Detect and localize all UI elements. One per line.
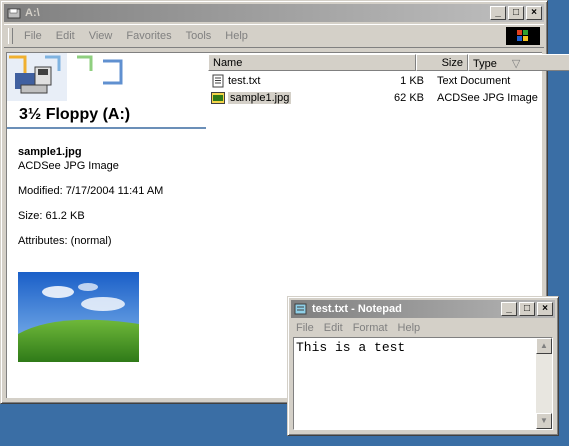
menu-view[interactable]: View — [82, 30, 120, 42]
scroll-down-icon[interactable]: ▼ — [536, 413, 552, 429]
minimize-button[interactable]: _ — [501, 302, 517, 316]
jpg-file-icon — [211, 92, 225, 104]
menu-file[interactable]: File — [291, 322, 319, 334]
file-name: sample1.jpg — [228, 92, 292, 104]
menu-edit[interactable]: Edit — [319, 322, 348, 334]
detail-attributes: Attributes: (normal) — [18, 235, 112, 247]
detail-size: Size: 61.2 KB — [18, 210, 85, 222]
menu-file[interactable]: File — [17, 30, 49, 42]
menu-tools[interactable]: Tools — [179, 30, 219, 42]
drive-icon — [6, 6, 22, 20]
text-file-icon — [212, 74, 224, 88]
text-editor[interactable]: This is a test ▲ ▼ — [293, 337, 553, 430]
menu-help[interactable]: Help — [393, 322, 426, 334]
menu-format[interactable]: Format — [348, 322, 393, 334]
folder-banner: 3½ Floppy (A:) — [7, 53, 206, 129]
editor-content[interactable]: This is a test — [296, 340, 405, 355]
column-headers: Name Size Type ▽ — [208, 54, 569, 71]
scroll-up-icon[interactable]: ▲ — [536, 338, 552, 354]
notepad-icon — [293, 302, 309, 316]
file-name: test.txt — [228, 75, 261, 87]
notepad-menubar: File Edit Format Help — [291, 319, 555, 337]
column-header-type-label: Type — [473, 58, 497, 70]
notepad-title: test.txt - Notepad — [312, 303, 402, 315]
detail-modified: Modified: 7/17/2004 11:41 AM — [18, 185, 164, 197]
menu-favorites[interactable]: Favorites — [119, 30, 178, 42]
file-size: 62 KB — [394, 92, 424, 104]
explorer-titlebar[interactable]: A:\ _ □ × — [4, 4, 544, 22]
column-header-size[interactable]: Size — [416, 54, 468, 71]
maximize-button[interactable]: □ — [519, 302, 535, 316]
file-row[interactable]: test.txt 1 KB Text Document — [208, 73, 548, 89]
toolbar-grip[interactable] — [8, 28, 13, 44]
column-header-name[interactable]: Name — [208, 54, 416, 71]
maximize-button[interactable]: □ — [508, 6, 524, 20]
menu-help[interactable]: Help — [218, 30, 255, 42]
detail-filename: sample1.jpg — [18, 146, 82, 158]
folder-title: 3½ Floppy (A:) — [19, 106, 131, 123]
detail-type: ACDSee JPG Image — [18, 160, 119, 172]
notepad-titlebar[interactable]: test.txt - Notepad _ □ × — [291, 300, 555, 318]
banner-divider — [7, 127, 206, 129]
sort-arrow-icon: ▽ — [511, 58, 521, 70]
webview-pane: 3½ Floppy (A:) sample1.jpg ACDSee JPG Im… — [7, 53, 206, 398]
menu-edit[interactable]: Edit — [49, 30, 82, 42]
minimize-button[interactable]: _ — [490, 6, 506, 20]
explorer-menubar: File Edit View Favorites Tools Help — [4, 24, 544, 48]
file-type: Text Document — [437, 75, 511, 87]
column-header-type[interactable]: Type ▽ — [468, 54, 569, 71]
file-type: ACDSee JPG Image — [437, 92, 538, 104]
file-details: sample1.jpg ACDSee JPG Image Modified: 7… — [18, 145, 163, 248]
windows-logo-icon — [506, 27, 540, 45]
file-size: 1 KB — [400, 75, 424, 87]
vertical-scrollbar[interactable]: ▲ ▼ — [536, 338, 552, 429]
image-preview — [18, 272, 139, 362]
close-button[interactable]: × — [526, 6, 542, 20]
close-button[interactable]: × — [537, 302, 553, 316]
explorer-title: A:\ — [25, 7, 40, 19]
notepad-window: test.txt - Notepad _ □ × File Edit Forma… — [287, 296, 559, 436]
file-row[interactable]: sample1.jpg 62 KB ACDSee JPG Image — [208, 90, 548, 106]
